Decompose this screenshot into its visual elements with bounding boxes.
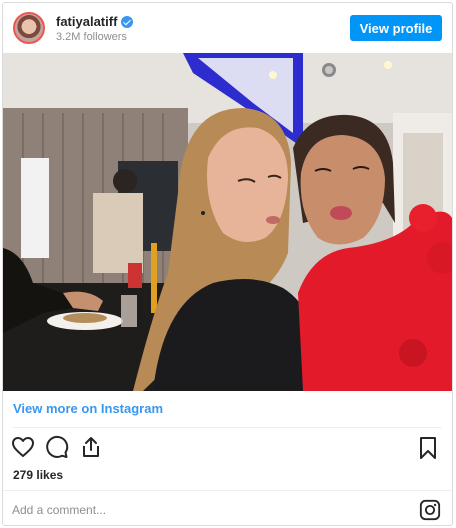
instagram-logo-icon[interactable] bbox=[419, 499, 441, 521]
heart-icon[interactable] bbox=[11, 435, 35, 459]
likes-count[interactable]: 279 likes bbox=[13, 468, 63, 482]
divider bbox=[13, 427, 442, 428]
comment-input[interactable] bbox=[12, 500, 312, 520]
instagram-embed-card: fatiyalatiff 3.2M followers View profile bbox=[2, 2, 453, 526]
bookmark-icon[interactable] bbox=[416, 436, 440, 460]
profile-avatar[interactable] bbox=[13, 12, 45, 44]
verified-badge-icon bbox=[121, 15, 134, 28]
action-bar bbox=[11, 435, 103, 459]
view-more-link[interactable]: View more on Instagram bbox=[13, 401, 163, 416]
follower-count: 3.2M followers bbox=[56, 31, 127, 43]
post-header: fatiyalatiff 3.2M followers View profile bbox=[3, 3, 452, 53]
username[interactable]: fatiyalatiff bbox=[56, 14, 117, 29]
share-icon[interactable] bbox=[79, 435, 103, 459]
comment-bar bbox=[3, 490, 452, 525]
view-profile-button[interactable]: View profile bbox=[350, 15, 442, 41]
post-photo[interactable] bbox=[3, 53, 452, 391]
comment-icon[interactable] bbox=[45, 435, 69, 459]
username-row[interactable]: fatiyalatiff bbox=[56, 14, 134, 29]
